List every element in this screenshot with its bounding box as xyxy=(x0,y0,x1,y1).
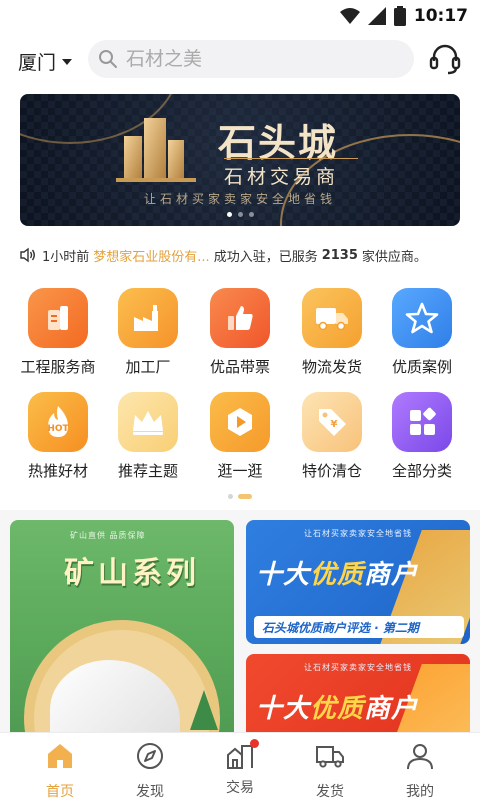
truck-icon xyxy=(316,746,344,768)
banner-dot-active xyxy=(226,212,232,217)
tree-icon xyxy=(190,690,218,730)
play-icon xyxy=(210,392,270,452)
wifi-icon xyxy=(339,8,360,24)
search-input[interactable] xyxy=(126,48,386,70)
category-label: 优品带票 xyxy=(209,358,270,376)
tab-trade[interactable]: 交易 xyxy=(200,739,280,797)
price-tag-icon: ¥ xyxy=(302,392,362,452)
merchants-card-tagline: 让石材买家卖家安全地省钱 xyxy=(304,663,412,672)
merchants-card-title: 十大优质商户 xyxy=(256,560,419,590)
svg-text:¥: ¥ xyxy=(331,419,338,430)
notice-company: 梦想家石业股份有... xyxy=(93,249,210,265)
star-icon xyxy=(392,288,452,348)
category-label: 特价清仓 xyxy=(301,462,362,480)
city-selector[interactable]: 厦门 xyxy=(18,48,73,75)
banner-slogan: 让石材买家卖家安全地省钱 xyxy=(143,192,336,206)
home-icon xyxy=(48,744,72,768)
category-item-hot-materials[interactable]: HOT 热推好材 xyxy=(10,392,106,481)
category-label: 推荐主题 xyxy=(117,462,178,480)
mine-series-card[interactable]: 矿山直供 品质保障 矿山系列 xyxy=(10,520,234,740)
page-dot-active xyxy=(238,494,252,499)
mine-card-tagline: 矿山直供 品质保障 xyxy=(70,531,146,540)
tab-label: 首页 xyxy=(46,784,74,800)
mine-card-title: 矿山系列 xyxy=(64,556,200,591)
trade-icon-wrap xyxy=(225,739,259,771)
promo-banner[interactable]: 石头城 石材交易商 让石材买家卖家安全地省钱 xyxy=(20,94,460,226)
tab-label: 发货 xyxy=(316,784,344,800)
page-dot xyxy=(228,494,233,499)
caret-down-icon xyxy=(62,58,73,65)
notice-text-end: 家供应商。 xyxy=(361,249,427,265)
category-label: 热推好材 xyxy=(27,462,88,480)
city-buildings-icon xyxy=(116,118,196,182)
customer-service-icon[interactable] xyxy=(428,42,462,76)
category-item-cases[interactable]: 优质案例 xyxy=(374,288,470,377)
truck-icon xyxy=(302,288,362,348)
tab-profile[interactable]: 我的 xyxy=(380,741,460,800)
category-item-factory[interactable]: 加工厂 xyxy=(100,288,196,377)
category-item-all[interactable]: 全部分类 xyxy=(374,392,470,481)
category-item-logistics[interactable]: 物流发货 xyxy=(284,288,380,377)
tab-label: 交易 xyxy=(226,780,254,796)
status-bar: 10:17 xyxy=(0,0,480,32)
category-item-quality-invoice[interactable]: 优品带票 xyxy=(192,288,288,377)
thumbs-up-icon xyxy=(210,288,270,348)
speaker-icon xyxy=(20,247,35,263)
category-label: 物流发货 xyxy=(301,358,362,376)
category-label: 工程服务商 xyxy=(20,358,96,376)
merchants-card-tagline: 让石材买家卖家安全地省钱 xyxy=(304,529,412,538)
notice-ticker[interactable]: 1小时前 梦想家石业股份有... 成功入驻，已服务 2135 家供应商。 xyxy=(20,240,460,270)
svg-text:HOT: HOT xyxy=(47,424,69,434)
building-icon xyxy=(28,288,88,348)
category-item-clearance[interactable]: ¥ 特价清仓 xyxy=(284,392,380,481)
hot-icon: HOT xyxy=(28,392,88,452)
status-icons: 10:17 xyxy=(339,6,468,26)
merchants-card-title: 十大优质商户 xyxy=(256,694,419,724)
grid-pagination xyxy=(0,494,480,499)
merchants-card-subtitle: 石头城优质商户评选 · 第二期 xyxy=(254,616,464,638)
category-label: 全部分类 xyxy=(391,462,452,480)
category-item-browse[interactable]: 逛一逛 xyxy=(192,392,288,481)
top-merchants-card[interactable]: 让石材买家卖家安全地省钱 十大优质商户 石头城优质商户评选 · 第二期 xyxy=(246,520,470,644)
bottom-tab-bar: 首页 发现 交易 发货 我的 xyxy=(0,732,480,800)
battery-icon xyxy=(393,6,406,26)
tab-shipping[interactable]: 发货 xyxy=(290,741,370,800)
tab-discover[interactable]: 发现 xyxy=(110,741,190,800)
city-label: 厦门 xyxy=(18,52,57,74)
banner-pagination xyxy=(20,212,460,217)
categories-icon xyxy=(392,392,452,452)
category-label: 加工厂 xyxy=(125,358,171,376)
category-label: 优质案例 xyxy=(391,358,452,376)
banner-dot xyxy=(248,212,254,217)
notice-time: 1小时前 xyxy=(42,249,90,265)
category-item-topics[interactable]: 推荐主题 xyxy=(100,392,196,481)
search-bar[interactable] xyxy=(88,40,414,78)
tab-label: 我的 xyxy=(406,784,434,800)
factory-icon xyxy=(118,288,178,348)
search-icon xyxy=(99,50,117,68)
category-label: 逛一逛 xyxy=(217,462,263,480)
compass-icon xyxy=(137,743,163,769)
tab-label: 发现 xyxy=(136,784,164,800)
notice-text: 成功入驻，已服务 xyxy=(213,249,318,265)
category-item-engineering[interactable]: 工程服务商 xyxy=(10,288,106,377)
top-merchants-card-2[interactable]: 让石材买家卖家安全地省钱 十大优质商户 xyxy=(246,654,470,740)
profile-icon xyxy=(407,744,433,770)
tab-home[interactable]: 首页 xyxy=(20,741,100,800)
banner-divider xyxy=(224,158,358,159)
top-bar: 厦门 xyxy=(0,32,480,90)
notice-count: 2135 xyxy=(321,247,358,263)
notification-badge xyxy=(250,739,259,748)
crown-icon xyxy=(118,392,178,452)
banner-subtitle: 石材交易商 xyxy=(224,166,340,188)
signal-icon xyxy=(367,7,386,25)
status-time: 10:17 xyxy=(413,6,468,26)
banner-dot xyxy=(237,212,243,217)
